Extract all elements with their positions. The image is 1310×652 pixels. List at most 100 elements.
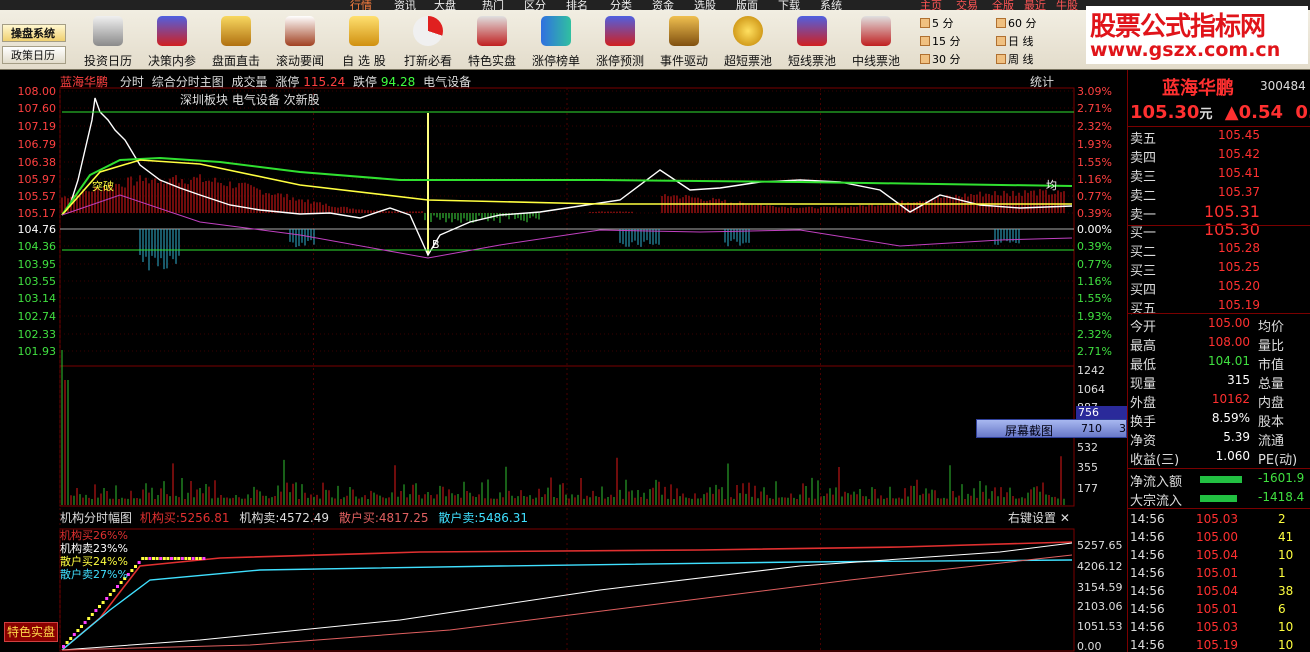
period-15min[interactable]: 15 分 xyxy=(920,34,961,50)
menu-item[interactable]: 排名 xyxy=(566,0,588,10)
price-tick: 105.57 xyxy=(18,190,57,203)
menu-item[interactable]: 选股 xyxy=(694,0,716,10)
calendar-icon xyxy=(93,16,123,46)
menu-item[interactable]: 下载 xyxy=(778,0,800,10)
quote-code: 300484 xyxy=(1260,79,1306,93)
price-tick: 102.33 xyxy=(18,328,57,341)
price-tick: 103.95 xyxy=(18,258,57,271)
menu-right-item[interactable]: 最近 xyxy=(1024,0,1046,10)
chart-icon xyxy=(797,16,827,46)
tool-midpool[interactable]: 中线票池 xyxy=(844,14,908,68)
stats-button[interactable]: 统计 xyxy=(1030,73,1054,90)
limit-down-label: 跌停 xyxy=(353,75,378,89)
tool-reference[interactable]: 决策内参 xyxy=(140,14,204,68)
tool-news[interactable]: 滚动要闻 xyxy=(268,14,332,68)
watermark-logo: 股票公式指标网 www.gszx.com.cn xyxy=(1086,6,1308,64)
screenshot-tooltip[interactable]: 屏幕截图 710 35 xyxy=(976,419,1133,438)
tool-predict[interactable]: 涨停预测 xyxy=(588,14,652,68)
dot-mark xyxy=(137,561,141,564)
period-5min[interactable]: 5 分 xyxy=(920,16,954,32)
inst-tick: 3154.59 xyxy=(1077,581,1123,594)
menu-item[interactable]: 版面 xyxy=(736,0,758,10)
tool-limitup[interactable]: 涨停榜单 xyxy=(524,14,588,68)
dot-mark xyxy=(195,557,199,560)
intraday-chart[interactable]: 108.00 107.60 107.19 106.79 106.38 105.97 105.… xyxy=(0,70,1127,652)
avg-label: 均 xyxy=(1046,179,1057,192)
price-tick: 103.55 xyxy=(18,275,57,288)
limit-down-value: 94.28 xyxy=(380,75,416,89)
dot-mark xyxy=(62,645,65,648)
menu-item[interactable]: 系统 xyxy=(820,0,842,10)
price-tick: 103.14 xyxy=(18,292,57,305)
tool-events[interactable]: 事件驱动 xyxy=(652,14,716,68)
tool-shortpool[interactable]: 短线票池 xyxy=(780,14,844,68)
price-line xyxy=(61,97,1073,257)
policy-calendar-button[interactable]: 政策日历 xyxy=(2,46,66,64)
menu-right-item[interactable]: 主页 xyxy=(920,0,942,10)
feature-live-button[interactable]: 特色实盘 xyxy=(4,622,58,642)
pct-tick: 0.39% xyxy=(1077,240,1112,253)
close-icon[interactable]: ✕ xyxy=(1060,511,1070,525)
period-30min[interactable]: 30 分 xyxy=(920,52,961,68)
menu-right-item[interactable]: 牛股 xyxy=(1056,0,1078,10)
menu-item[interactable]: 行情 xyxy=(350,0,372,10)
institution-bar: 机构分时幅图 机构买:5256.81 机构卖:4572.49 散户买:4817.… xyxy=(60,511,529,525)
menu-item[interactable]: 区分 xyxy=(524,0,546,10)
price-tick: 102.74 xyxy=(18,310,57,323)
predict-icon xyxy=(605,16,635,46)
dot-mark xyxy=(119,581,123,584)
menu-right-item[interactable]: 交易 xyxy=(956,0,978,10)
price-tick: 106.38 xyxy=(18,156,57,169)
pct-tick: 2.32% xyxy=(1077,328,1112,341)
volume-crosshair-value: 756 xyxy=(1076,406,1127,419)
sector-info: 深圳板块 电气设备 次新股 xyxy=(180,93,320,107)
mode-label[interactable]: 分时 xyxy=(120,75,144,89)
tool-ipo[interactable]: 打新必看 xyxy=(396,14,460,68)
tool-ultrashort[interactable]: 超短票池 xyxy=(716,14,780,68)
dot-mark xyxy=(90,613,94,616)
box-icon xyxy=(669,16,699,46)
dot-mark xyxy=(177,557,181,560)
dot-mark xyxy=(65,641,69,644)
menu-item[interactable]: 资讯 xyxy=(394,0,416,10)
menu-item[interactable]: 大盘 xyxy=(434,0,456,10)
live-icon xyxy=(477,16,507,46)
intraday-chart-panel[interactable]: 108.00 107.60 107.19 106.79 106.38 105.97 105.… xyxy=(0,70,1127,652)
right-click-settings[interactable]: 右键设置 ✕ xyxy=(1008,509,1070,526)
dot-mark xyxy=(76,629,80,632)
trading-system-button[interactable]: 操盘系统 xyxy=(2,24,66,42)
period-60min[interactable]: 60 分 xyxy=(996,16,1037,32)
price-tick: 104.76 xyxy=(18,223,57,236)
dot-mark xyxy=(94,609,98,612)
menu-item[interactable]: 资金 xyxy=(652,0,674,10)
tool-watchlist[interactable]: 自 选 股 xyxy=(332,14,396,68)
inst-tick: 0.00 xyxy=(1077,640,1102,652)
tool-calendar[interactable]: 投资日历 xyxy=(76,14,140,68)
pct-tick: 2.71% xyxy=(1077,345,1112,358)
quote-stock-name: 蓝海华鹏 xyxy=(1162,78,1234,99)
pct-tick: 2.32% xyxy=(1077,120,1112,133)
tool-live[interactable]: 特色实盘 xyxy=(460,14,524,68)
period-daily[interactable]: 日 线 xyxy=(996,34,1034,50)
menu-item[interactable]: 分类 xyxy=(610,0,632,10)
dot-mark xyxy=(159,557,163,560)
menu-item[interactable]: 热门 xyxy=(482,0,504,10)
tool-market[interactable]: 盘面直击 xyxy=(204,14,268,68)
dot-mark xyxy=(112,589,116,592)
dot-mark xyxy=(83,621,87,624)
dot-mark xyxy=(162,557,166,560)
inst-tick: 4206.12 xyxy=(1077,560,1123,573)
dot-mark xyxy=(116,585,119,588)
folder-icon xyxy=(349,16,379,46)
price-tick: 107.19 xyxy=(18,120,57,133)
medal-icon xyxy=(733,16,763,46)
pct-tick: 1.93% xyxy=(1077,310,1112,323)
dot-mark xyxy=(101,601,105,604)
chart-title-bar: 蓝海华鹏 分时 综合分时主图 成交量 涨停 115.24 跌停 94.28 电气… xyxy=(60,73,471,89)
price-tick: 101.93 xyxy=(18,345,57,358)
period-weekly[interactable]: 周 线 xyxy=(996,52,1034,68)
price-tick: 106.79 xyxy=(18,138,57,151)
view-label[interactable]: 综合分时主图 xyxy=(152,75,224,89)
menu-right-item[interactable]: 全版 xyxy=(992,0,1014,10)
pct-tick: 1.93% xyxy=(1077,138,1112,151)
